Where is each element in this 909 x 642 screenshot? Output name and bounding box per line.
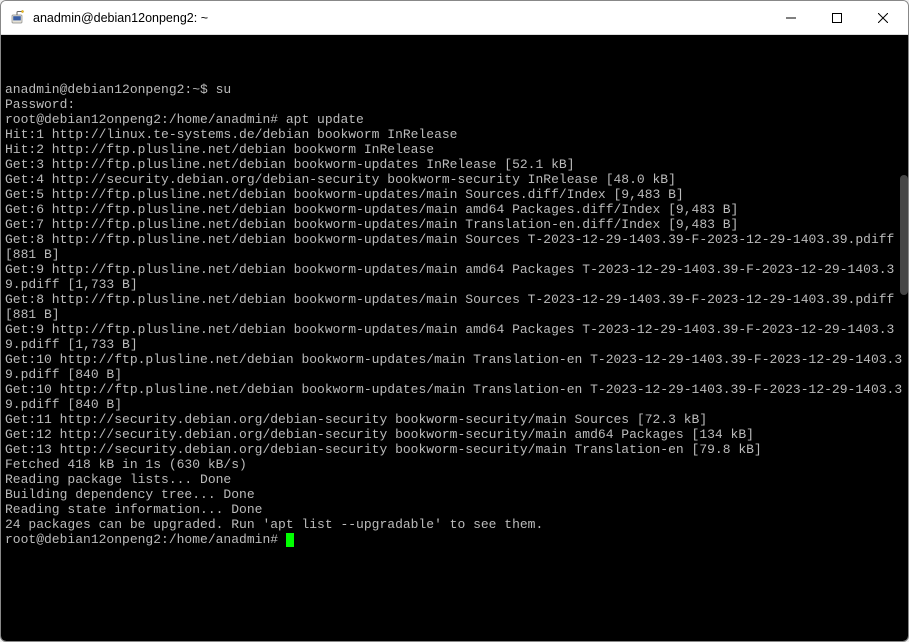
terminal-line: Get:10 http://ftp.plusline.net/debian bo… <box>5 352 904 382</box>
terminal-line: root@debian12onpeng2:/home/anadmin# apt … <box>5 112 904 127</box>
maximize-button[interactable] <box>814 1 860 34</box>
terminal-line: Get:13 http://security.debian.org/debian… <box>5 442 904 457</box>
terminal-line: Get:5 http://ftp.plusline.net/debian boo… <box>5 187 904 202</box>
terminal-cursor <box>286 533 294 547</box>
terminal-line: Get:12 http://security.debian.org/debian… <box>5 427 904 442</box>
terminal-line: root@debian12onpeng2:/home/anadmin# <box>5 532 904 547</box>
terminal-line: Password: <box>5 97 904 112</box>
terminal-line: Fetched 418 kB in 1s (630 kB/s) <box>5 457 904 472</box>
terminal-line: Get:4 http://security.debian.org/debian-… <box>5 172 904 187</box>
terminal-line: Reading package lists... Done <box>5 472 904 487</box>
terminal-line: Building dependency tree... Done <box>5 487 904 502</box>
titlebar[interactable]: anadmin@debian12onpeng2: ~ <box>1 1 908 35</box>
terminal-line: Get:9 http://ftp.plusline.net/debian boo… <box>5 262 904 292</box>
maximize-icon <box>832 13 842 23</box>
terminal-area[interactable]: anadmin@debian12onpeng2:~$ suPassword:ro… <box>1 35 908 641</box>
close-icon <box>878 13 888 23</box>
terminal-line: Get:3 http://ftp.plusline.net/debian boo… <box>5 157 904 172</box>
window-controls <box>768 1 906 34</box>
terminal-line: Hit:2 http://ftp.plusline.net/debian boo… <box>5 142 904 157</box>
terminal-line: Get:8 http://ftp.plusline.net/debian boo… <box>5 292 904 322</box>
terminal-line: Reading state information... Done <box>5 502 904 517</box>
close-button[interactable] <box>860 1 906 34</box>
scrollbar-thumb[interactable] <box>900 175 908 295</box>
terminal-line: Hit:1 http://linux.te-systems.de/debian … <box>5 127 904 142</box>
terminal-line: Get:10 http://ftp.plusline.net/debian bo… <box>5 382 904 412</box>
terminal-line: anadmin@debian12onpeng2:~$ su <box>5 82 904 97</box>
terminal-line: Get:7 http://ftp.plusline.net/debian boo… <box>5 217 904 232</box>
app-icon <box>9 9 27 27</box>
app-window: anadmin@debian12onpeng2: ~ anadmin@debia… <box>0 0 909 642</box>
terminal-line: Get:9 http://ftp.plusline.net/debian boo… <box>5 322 904 352</box>
terminal-line: Get:6 http://ftp.plusline.net/debian boo… <box>5 202 904 217</box>
minimize-icon <box>786 13 796 23</box>
terminal-line: Get:8 http://ftp.plusline.net/debian boo… <box>5 232 904 262</box>
terminal-line: 24 packages can be upgraded. Run 'apt li… <box>5 517 904 532</box>
terminal-line: Get:11 http://security.debian.org/debian… <box>5 412 904 427</box>
window-title: anadmin@debian12onpeng2: ~ <box>33 11 768 25</box>
minimize-button[interactable] <box>768 1 814 34</box>
